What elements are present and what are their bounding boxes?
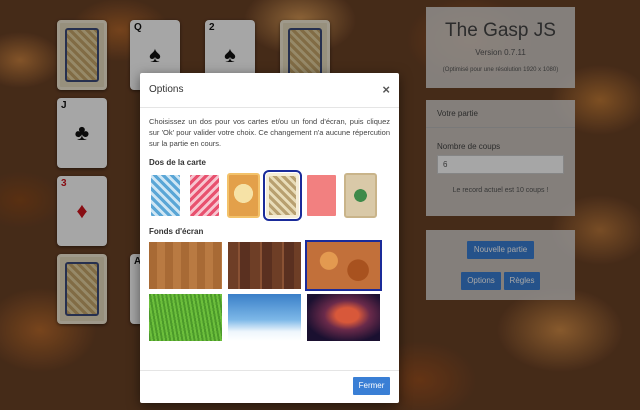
modal-footer: Fermer [140, 370, 399, 403]
modal-header: Options × [140, 73, 399, 108]
wallpapers-heading: Fonds d'écran [149, 227, 204, 236]
plain-coral-back[interactable] [305, 173, 338, 218]
wallpapers-grid [149, 240, 390, 341]
green-grass-wallpaper[interactable] [149, 294, 222, 341]
modal-title: Options [149, 84, 184, 95]
vintage-illustration-back[interactable] [227, 173, 260, 218]
close-icon[interactable]: × [382, 82, 390, 97]
modal-body: Choisissez un dos pour vos cartes et/ou … [140, 108, 399, 349]
rose-emblem-back[interactable] [344, 173, 377, 218]
nebula-space-wallpaper[interactable] [307, 294, 380, 341]
autumn-leaves-wallpaper[interactable] [305, 240, 382, 291]
card-backs-heading: Dos de la carte [149, 158, 206, 167]
blue-sky-clouds-wallpaper[interactable] [228, 294, 301, 341]
pink-ornate-back[interactable] [188, 173, 221, 218]
blue-ornate-back[interactable] [149, 173, 182, 218]
close-button[interactable]: Fermer [353, 377, 390, 395]
modal-intro-text: Choisissez un dos pour vos cartes et/ou … [149, 117, 390, 148]
card-backs-list [149, 170, 390, 221]
gold-filigree-back[interactable] [263, 170, 302, 221]
options-modal: Options × Choisissez un dos pour vos car… [140, 73, 399, 403]
wood-apple-wallpaper[interactable] [149, 242, 222, 289]
dark-wood-planks-wallpaper[interactable] [228, 242, 301, 289]
